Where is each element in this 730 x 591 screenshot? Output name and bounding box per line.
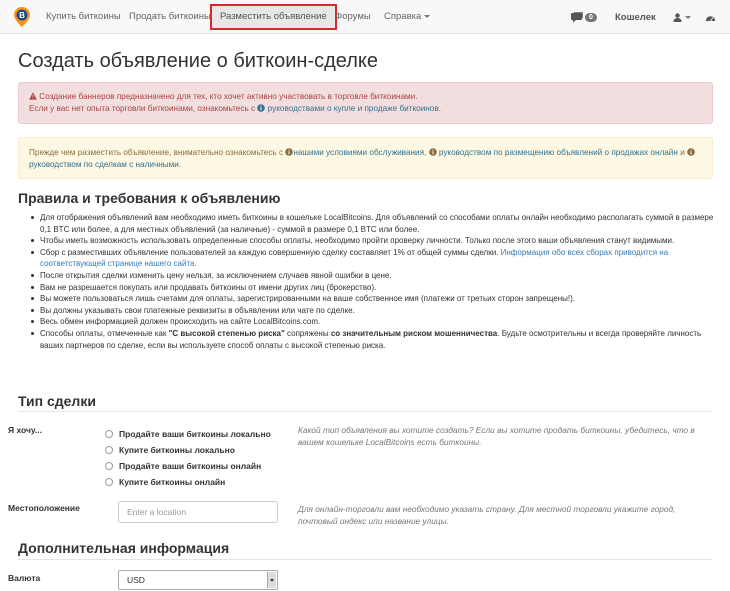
user-icon <box>673 12 682 22</box>
nav-help-dropdown[interactable]: Справка <box>384 0 431 34</box>
location-input[interactable]: Enter a location <box>118 501 278 523</box>
info-circle-icon <box>687 148 695 156</box>
section-divider <box>18 411 713 412</box>
warning-alert-sep: , <box>424 148 427 157</box>
terms-of-service-link[interactable]: нашими условиями обслуживания <box>293 148 424 157</box>
additional-info-section-title: Дополнительная информация <box>18 540 230 556</box>
radio-sell-local[interactable]: Продайте ваши биткоины локально <box>105 427 271 441</box>
info-circle-icon <box>257 104 266 112</box>
online-ads-guide-link[interactable]: руководством по размещению объявлений о … <box>439 148 678 157</box>
radio-label: Продайте ваши биткоины онлайн <box>119 461 262 471</box>
chevron-down-icon <box>685 15 691 19</box>
danger-alert-line2-suffix: . <box>438 104 441 113</box>
nav-help-label: Справка <box>384 11 422 22</box>
radio-button[interactable] <box>105 462 113 470</box>
radio-label: Купите биткоины локально <box>119 445 235 455</box>
radio-button[interactable] <box>105 478 113 486</box>
experience-warning-alert: Создание баннеров предназначено для тех,… <box>18 82 713 124</box>
warning-alert-conj: и <box>680 148 685 157</box>
cash-trades-guide-link[interactable]: руководством по сделкам с наличными <box>29 160 179 169</box>
location-label: Местоположение <box>8 503 80 513</box>
trade-type-label: Я хочу... <box>8 425 42 435</box>
section-divider <box>18 559 713 560</box>
radio-button[interactable] <box>105 430 113 438</box>
user-menu-dropdown[interactable] <box>673 0 691 34</box>
warning-alert-suffix: . <box>178 160 182 169</box>
trade-type-section-title: Тип сделки <box>18 393 96 409</box>
chevron-down-icon <box>424 14 431 18</box>
warning-triangle-icon <box>29 92 37 100</box>
rule-fee-text: Сбор с разместивших объявление пользоват… <box>40 247 499 257</box>
currency-label: Валюта <box>8 573 41 583</box>
localbitcoins-logo-icon[interactable]: B <box>13 6 31 28</box>
list-item: После открытия сделки изменить цену нель… <box>30 270 720 282</box>
list-item: Весь обмен информацией должен происходит… <box>30 316 720 328</box>
rules-section-title: Правила и требования к объявлению <box>18 190 281 206</box>
info-circle-icon <box>428 148 437 156</box>
nav-sell-bitcoins[interactable]: Продать биткоины <box>129 0 211 34</box>
rule-risk-c: сопряжены <box>287 328 329 338</box>
top-navbar: B Купить биткоины Продать биткоины Разме… <box>0 0 730 34</box>
location-help-text: Для онлайн-торговли вам необходимо указа… <box>298 504 676 526</box>
dashboard-gauge-icon <box>705 15 716 21</box>
radio-label: Купите биткоины онлайн <box>119 477 226 487</box>
nav-post-ad[interactable]: Разместить объявление <box>210 4 337 30</box>
danger-alert-line1: Создание баннеров предназначено для тех,… <box>39 92 418 101</box>
radio-label: Продайте ваши биткоины локально <box>119 429 271 439</box>
read-terms-alert: Прежде чем разместить объявление, внимат… <box>18 137 713 179</box>
list-item: Для отображения объявлений вам необходим… <box>30 212 720 235</box>
messages-button[interactable]: 0 <box>570 0 597 34</box>
list-item: Вам не разрешается покупать или продават… <box>30 282 720 294</box>
list-item: Вы можете пользоваться лишь счетами для … <box>30 293 720 305</box>
radio-buy-online[interactable]: Купите биткоины онлайн <box>105 475 225 489</box>
nav-buy-bitcoins[interactable]: Купить биткоины <box>46 0 121 34</box>
list-item: Вы должны указывать свои платежные рекви… <box>30 305 720 317</box>
rule-risk-d: со значительным риском мошенничества <box>330 328 498 338</box>
page-title: Создать объявление о биткоин-сделке <box>18 50 378 72</box>
rules-list: Для отображения объявлений вам необходим… <box>30 212 720 351</box>
chevron-down-icon[interactable] <box>267 572 276 588</box>
list-item: Чтобы иметь возможность использовать опр… <box>30 235 720 247</box>
dashboard-button[interactable] <box>705 0 716 34</box>
messages-count-badge: 0 <box>585 12 597 22</box>
currency-select[interactable]: USD <box>118 570 278 590</box>
nav-wallet[interactable]: Кошелек <box>615 0 656 34</box>
list-item: Сбор с разместивших объявление пользоват… <box>30 247 720 270</box>
list-item: Способы оплаты, отмеченные как "С высоко… <box>30 328 720 351</box>
rule-risk-a: Способы оплаты, отмеченные как <box>40 328 167 338</box>
nav-forums[interactable]: Форумы <box>335 0 371 34</box>
buy-sell-guides-link[interactable]: руководствами о купле и продаже биткоино… <box>268 104 439 113</box>
svg-text:B: B <box>19 11 25 20</box>
radio-button[interactable] <box>105 446 113 454</box>
chat-bubble-icon <box>571 11 583 22</box>
radio-sell-online[interactable]: Продайте ваши биткоины онлайн <box>105 459 261 473</box>
danger-alert-line2-prefix: Если у вас нет опыта торговли биткоинами… <box>29 104 256 113</box>
rule-risk-b: "С высокой степенью риска" <box>168 328 285 338</box>
radio-buy-local[interactable]: Купите биткоины локально <box>105 443 235 457</box>
trade-type-help-text: Какой тип объявления вы хотите создать? … <box>298 425 695 447</box>
currency-selected-value: USD <box>127 575 145 585</box>
warning-alert-prefix: Прежде чем разместить объявление, внимат… <box>29 148 284 157</box>
